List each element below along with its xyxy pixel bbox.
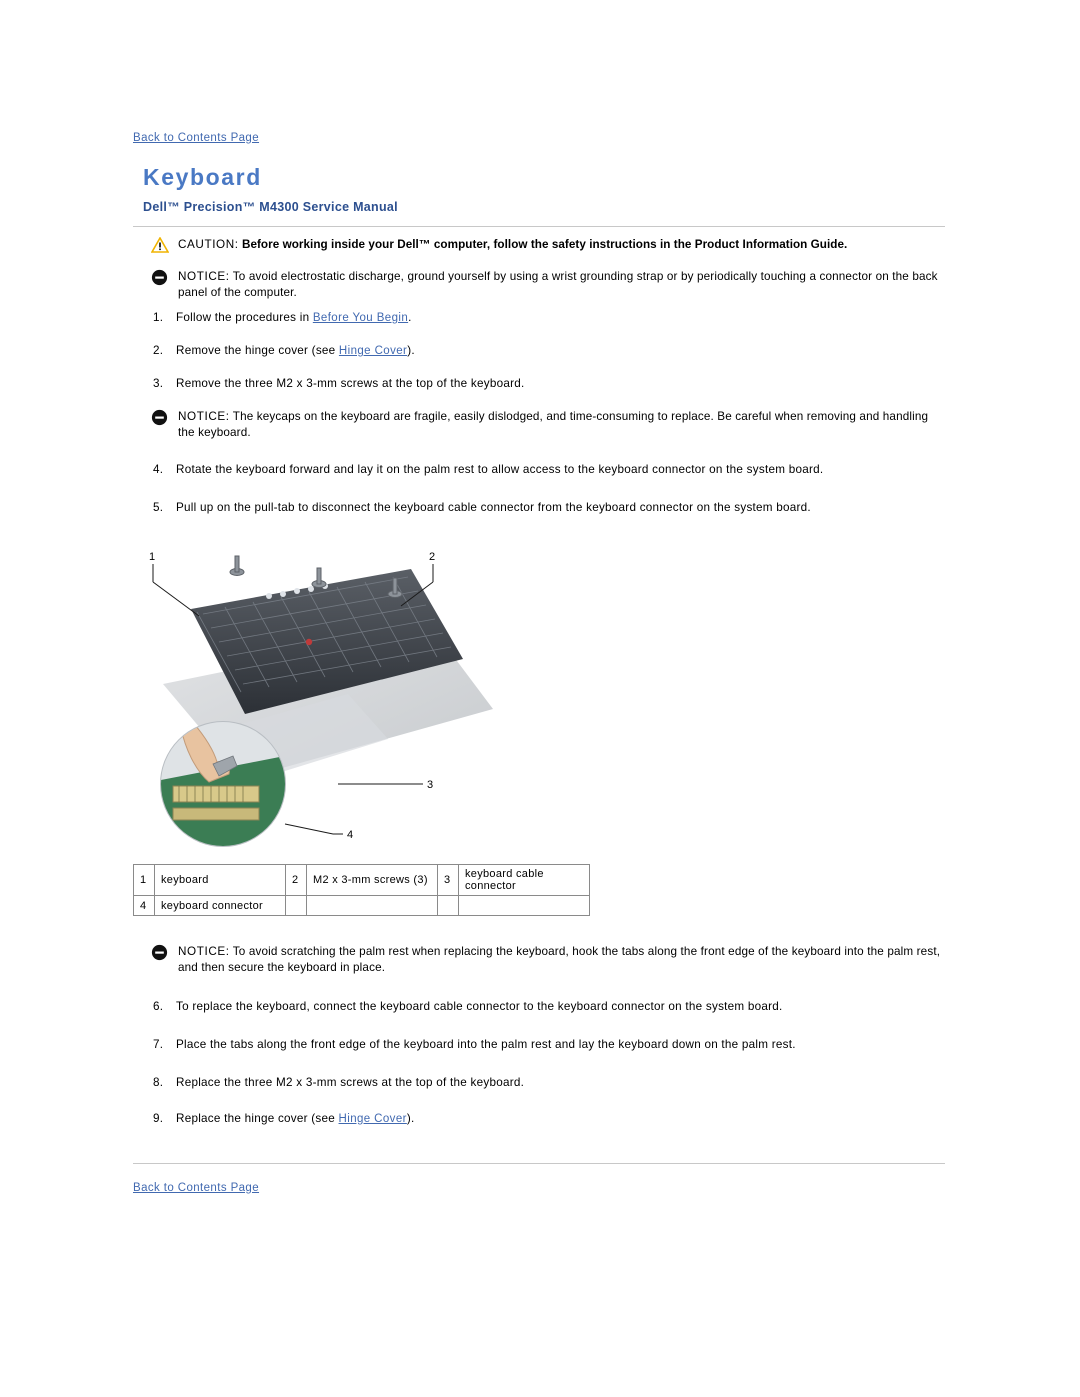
notice-block-2: NOTICE: The keycaps on the keyboard are … [143,409,945,440]
list-item: 6. To replace the keyboard, connect the k… [143,999,945,1015]
caution-block: CAUTION: Before working inside your Dell… [143,236,945,255]
table-row: 1 keyboard 2 M2 x 3-mm screws (3) 3 keyb… [133,864,590,896]
notice-body-3: To avoid scratching the palm rest when r… [178,945,941,974]
legend-index-2: 2 [285,864,307,896]
step-number: 4. [153,463,164,476]
step-text-pre: To replace the keyboard, connect the key… [176,1000,783,1013]
document-content: Back to Contents Page Keyboard Dell™ Pre… [133,132,945,1196]
list-item: 2. Remove the hinge cover (see Hinge Cove… [143,343,945,359]
step-number: 8. [153,1076,164,1089]
footer-divider [133,1163,945,1164]
notice-text-1: NOTICE: To avoid electrostatic discharge… [178,269,945,300]
step-number: 3. [153,377,164,390]
notice-block-1: NOTICE: To avoid electrostatic discharge… [143,269,945,300]
step-text-pre: Remove the hinge cover (see [176,344,339,357]
steps-list-before: 1. Follow the procedures in Before You Be… [133,310,945,392]
step-text-post: . [408,311,412,324]
warning-triangle-icon [150,236,170,253]
caution-text: CAUTION: Before working inside your Dell… [178,237,945,253]
legend-index-4: 4 [133,895,155,916]
list-item: 4. Rotate the keyboard forward and lay it… [143,462,945,478]
notice-text-2: NOTICE: The keycaps on the keyboard are … [178,409,945,440]
caution-body: Before working inside your Dell™ compute… [238,238,848,251]
steps-list-middle: 4. Rotate the keyboard forward and lay it… [133,462,945,516]
legend-label-4: keyboard connector [154,895,286,916]
step-number: 7. [153,1038,164,1051]
legend-index-3: 3 [437,864,459,896]
keyboard-removal-figure: 1 2 3 4 [133,534,945,854]
step-text-pre: Remove the three M2 x 3-mm screws at the… [176,377,525,390]
notice-lead-3: NOTICE: [178,945,230,958]
list-item: 5. Pull up on the pull-tab to disconnect … [143,500,945,516]
legend-label-2: M2 x 3-mm screws (3) [306,864,438,896]
legend-empty-cell [285,895,307,916]
list-item: 9. Replace the hinge cover (see Hinge Cov… [143,1111,945,1127]
list-item: 1. Follow the procedures in Before You Be… [143,310,945,326]
page-subtitle: Dell™ Precision™ M4300 Service Manual [143,200,398,214]
before-you-begin-link[interactable]: Before You Begin [313,312,408,324]
step-text-post: ). [406,1112,415,1125]
figure-legend-table: 1 keyboard 2 M2 x 3-mm screws (3) 3 keyb… [133,864,590,916]
step-text-pre: Replace the hinge cover (see [176,1112,339,1125]
step-text-pre: Pull up on the pull-tab to disconnect th… [176,501,811,514]
step-text-pre: Replace the three M2 x 3-mm screws at th… [176,1076,525,1089]
page-title: Keyboard [143,164,262,190]
legend-index-1: 1 [133,864,155,896]
step-number: 5. [153,501,164,514]
notice-lead-2: NOTICE: [178,410,230,423]
step-text-pre: Place the tabs along the front edge of t… [176,1038,796,1051]
legend-empty-cell [306,895,438,916]
step-text-pre: Rotate the keyboard forward and lay it o… [176,463,824,476]
list-item: 8. Replace the three M2 x 3-mm screws at … [143,1075,945,1091]
back-to-contents-link-bottom[interactable]: Back to Contents Page [133,1182,259,1194]
hinge-cover-link-replace[interactable]: Hinge Cover [339,1113,407,1125]
connector-magnifier [160,721,286,847]
caution-lead: CAUTION: [178,238,239,251]
step-number: 9. [153,1112,164,1125]
legend-empty-cell [458,895,590,916]
step-number: 6. [153,1000,164,1013]
step-number: 1. [153,311,164,324]
notice-icon [151,269,168,286]
notice-body-1: To avoid electrostatic discharge, ground… [178,270,938,299]
back-to-contents-link-top[interactable]: Back to Contents Page [133,132,945,144]
legend-label-1: keyboard [154,864,286,896]
notice-text-3: NOTICE: To avoid scratching the palm res… [178,944,945,975]
legend-empty-cell [437,895,459,916]
notice-lead-1: NOTICE: [178,270,230,283]
notice-block-3: NOTICE: To avoid scratching the palm res… [143,944,945,975]
steps-list-after: 6. To replace the keyboard, connect the k… [133,999,945,1127]
callout-1: 1 [149,551,155,563]
list-item: 7. Place the tabs along the front edge of… [143,1037,945,1053]
notice-icon [151,944,168,961]
header-divider [133,226,945,227]
legend-label-3: keyboard cable connector [458,864,590,896]
step-text-post: ). [407,344,415,357]
callout-3: 3 [427,779,433,791]
list-item: 3. Remove the three M2 x 3-mm screws at t… [143,376,945,392]
step-text-pre: Follow the procedures in [176,311,313,324]
callout-4: 4 [347,829,353,841]
notice-body-2: The keycaps on the keyboard are fragile,… [178,410,929,439]
notice-icon [151,409,168,426]
callout-2: 2 [429,551,435,563]
document-page: Back to Contents Page Keyboard Dell™ Pre… [0,0,1080,1397]
hinge-cover-link-remove[interactable]: Hinge Cover [339,345,407,357]
table-row: 4 keyboard connector [133,895,590,916]
step-number: 2. [153,344,164,357]
